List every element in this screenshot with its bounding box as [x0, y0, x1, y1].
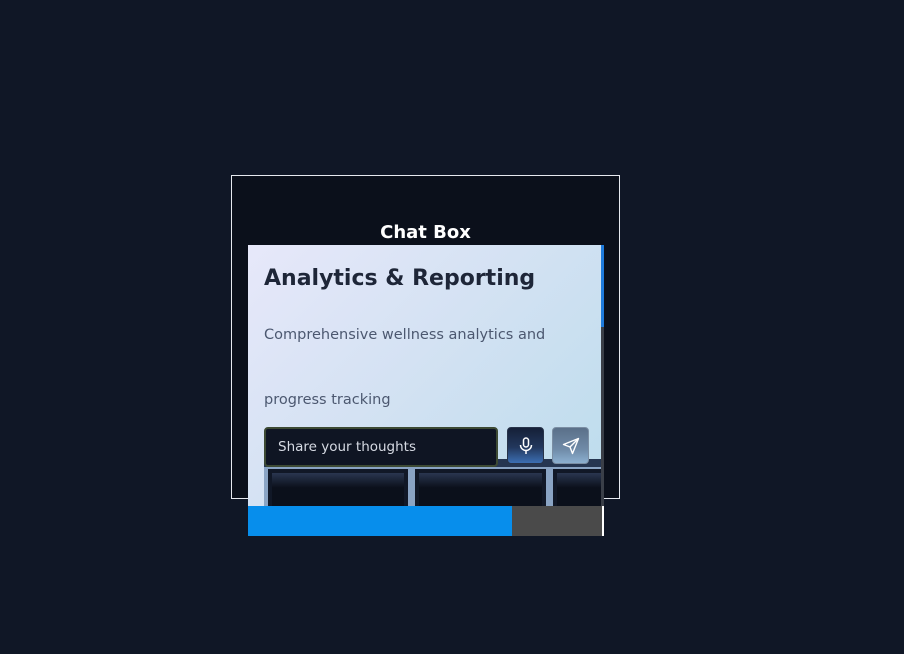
- card-scrollbar-thumb[interactable]: [601, 245, 604, 327]
- send-icon: [562, 437, 580, 455]
- card-scrollbar[interactable]: [601, 245, 604, 507]
- page: Chat Box Analytics & Reporting Comprehen…: [0, 0, 904, 654]
- progress-bar-fill: [248, 506, 512, 536]
- message-input[interactable]: Share your thoughts: [264, 427, 498, 467]
- chat-box-title: Chat Box: [380, 222, 471, 243]
- card-description-line-1: Comprehensive wellness analytics and: [264, 327, 546, 343]
- progress-bar: [248, 506, 602, 536]
- microphone-button[interactable]: [507, 427, 544, 464]
- feature-card: Analytics & Reporting Comprehensive well…: [248, 245, 604, 507]
- preview-tile[interactable]: [268, 469, 408, 507]
- card-heading: Analytics & Reporting: [264, 266, 536, 291]
- preview-tile[interactable]: [553, 469, 604, 507]
- send-button[interactable]: [552, 427, 589, 464]
- preview-tile[interactable]: [415, 469, 546, 507]
- progress-bar-edge: [602, 506, 604, 536]
- card-description-line-2: progress tracking: [264, 392, 391, 408]
- microphone-icon: [518, 436, 534, 455]
